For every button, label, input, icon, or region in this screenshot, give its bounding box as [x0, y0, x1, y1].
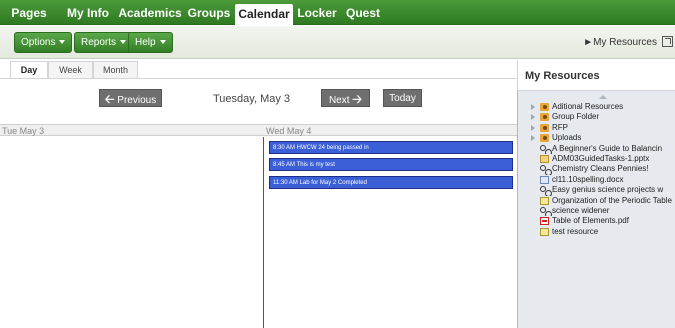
resource-label: test resource: [552, 226, 599, 236]
caret-down-icon: [159, 40, 166, 45]
scroll-up-icon[interactable]: [599, 95, 607, 99]
resource-item[interactable]: Chemistry Cleans Pennies!: [518, 164, 675, 175]
resources-list: Aditional Resources Group Folder RFP Upl…: [518, 102, 675, 237]
link-icon: [540, 144, 552, 154]
popout-icon[interactable]: [662, 36, 673, 47]
help-button[interactable]: Help: [128, 32, 173, 53]
link-icon: [540, 165, 552, 175]
resource-label: ADM03GuidedTasks-1.pptx: [552, 153, 650, 163]
my-resources-link[interactable]: ►My Resources: [583, 37, 657, 48]
toolbar: Options Reports Help ►My Resources: [0, 26, 675, 59]
resource-item[interactable]: ADM03GuidedTasks-1.pptx: [518, 154, 675, 164]
resources-panel: Aditional Resources Group Folder RFP Upl…: [517, 90, 675, 328]
resource-label: science widener: [552, 205, 610, 215]
day-column-tue[interactable]: [0, 137, 264, 328]
tab-my-info[interactable]: My Info: [60, 3, 116, 25]
calendar-event[interactable]: 8:45 AM This is my test: [269, 158, 513, 171]
text-file-icon: [540, 227, 549, 236]
folder-icon: [540, 134, 549, 143]
folder-icon: [540, 113, 549, 122]
calendar-panel: Day Week Month 🡠 Previous Tuesday, May 3…: [0, 60, 517, 328]
docx-file-icon: [540, 175, 549, 184]
resource-label: Aditional Resources: [552, 102, 624, 111]
current-date: Tuesday, May 3: [213, 93, 291, 105]
options-label: Options: [21, 37, 56, 48]
pdf-file-icon: [540, 217, 549, 226]
arrow-right-icon: 🡢: [352, 92, 363, 106]
resource-label: Group Folder: [552, 112, 600, 122]
tab-pages[interactable]: Pages: [4, 3, 54, 25]
day-header-tue: Tue May 3: [0, 124, 264, 136]
resource-folder[interactable]: Aditional Resources: [518, 102, 675, 112]
help-label: Help: [135, 37, 156, 48]
tab-locker[interactable]: Locker: [293, 3, 341, 25]
folder-icon: [540, 103, 549, 111]
link-icon: [540, 206, 552, 217]
divider: [0, 78, 517, 79]
reports-label: Reports: [81, 37, 117, 48]
resources-title: My Resources: [525, 70, 600, 82]
tab-week[interactable]: Week: [48, 61, 93, 78]
text-file-icon: [540, 196, 549, 205]
resource-item[interactable]: Easy genius science projects w: [518, 185, 675, 196]
resource-folder[interactable]: Uploads: [518, 133, 675, 143]
caret-down-icon: [120, 40, 127, 45]
tab-groups[interactable]: Groups: [184, 3, 234, 25]
day-header-wed: Wed May 4: [264, 124, 517, 136]
resource-label: Easy genius science projects w: [552, 185, 664, 195]
resource-label: Organization of the Periodic Table: [552, 195, 672, 205]
expand-arrow-icon[interactable]: [531, 104, 535, 110]
options-button[interactable]: Options: [14, 32, 73, 53]
tab-day[interactable]: Day: [10, 61, 48, 79]
calendar-event[interactable]: 11:30 AM Lab for May 2 Completed: [269, 176, 513, 189]
link-icon: [540, 186, 552, 196]
calendar-event[interactable]: 8:30 AM HWCW 24 being passed in: [269, 141, 513, 154]
arrow-left-icon: 🡠: [104, 92, 115, 106]
resource-folder[interactable]: Group Folder: [518, 112, 675, 122]
tab-academics[interactable]: Academics: [116, 3, 184, 25]
today-button[interactable]: Today: [383, 89, 422, 107]
previous-button[interactable]: 🡠 Previous: [99, 89, 162, 107]
resources-header: My Resources: [517, 60, 675, 90]
resource-item[interactable]: A Beginner's Guide to Balancin: [518, 144, 675, 154]
next-button[interactable]: Next 🡢: [321, 89, 370, 107]
folder-icon: [540, 123, 549, 132]
resource-item[interactable]: cl11.10spelling.docx: [518, 175, 675, 185]
caret-down-icon: [59, 40, 66, 45]
resource-item[interactable]: science widener: [518, 205, 675, 217]
tab-calendar[interactable]: Calendar: [235, 4, 293, 26]
resource-folder[interactable]: RFP: [518, 123, 675, 133]
expand-arrow-icon[interactable]: [531, 135, 535, 142]
pptx-file-icon: [540, 154, 549, 163]
expand-arrow-icon[interactable]: [531, 114, 535, 121]
tab-quest[interactable]: Quest: [341, 3, 385, 25]
resource-item[interactable]: test resource: [518, 227, 675, 237]
resource-label: cl11.10spelling.docx: [552, 174, 624, 184]
resource-label: A Beginner's Guide to Balancin: [552, 143, 663, 153]
previous-label: Previous: [117, 95, 157, 106]
resource-item[interactable]: Table of Elements.pdf: [518, 216, 675, 226]
resource-label: Table of Elements.pdf: [552, 216, 629, 226]
resource-label: Chemistry Cleans Pennies!: [552, 164, 649, 174]
top-navigation-bar: Pages My Info Academics Groups Calendar …: [0, 0, 675, 26]
resource-label: Uploads: [552, 133, 582, 143]
expand-arrow-icon[interactable]: [531, 124, 535, 131]
reports-button[interactable]: Reports: [74, 32, 134, 53]
resource-label: RFP: [552, 122, 568, 132]
tab-month[interactable]: Month: [93, 61, 138, 78]
next-label: Next: [328, 95, 350, 106]
resource-item[interactable]: Organization of the Periodic Table: [518, 196, 675, 206]
